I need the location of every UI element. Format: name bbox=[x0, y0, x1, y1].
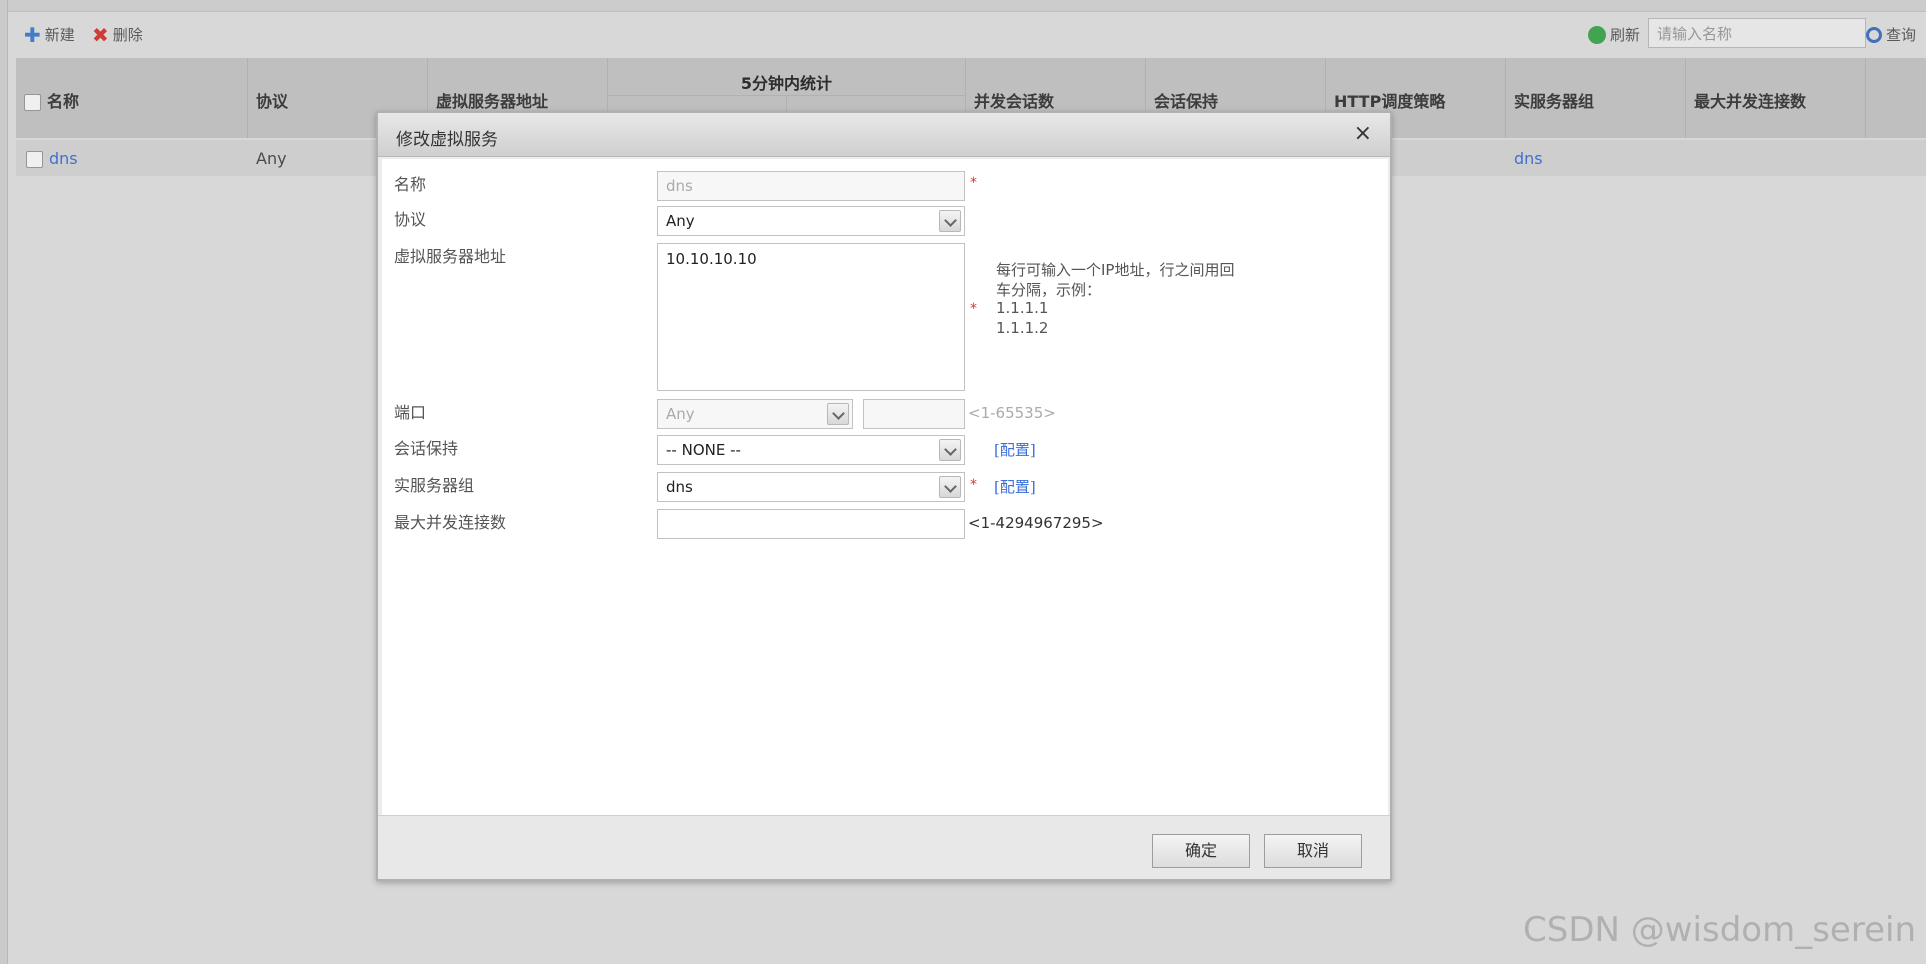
name-label: 名称 bbox=[394, 175, 427, 194]
max-conn-field[interactable] bbox=[657, 509, 965, 539]
name-required-mark: * bbox=[970, 175, 977, 191]
vs-address-hint-line2: 车分隔，示例： bbox=[996, 281, 1102, 299]
real-group-config-link[interactable]: [配置] bbox=[994, 476, 1036, 497]
chevron-down-icon bbox=[939, 476, 961, 498]
dialog-header: 修改虚拟服务 × bbox=[378, 113, 1390, 157]
port-label: 端口 bbox=[394, 403, 427, 422]
dialog-title: 修改虚拟服务 bbox=[396, 130, 498, 150]
vs-address-label: 虚拟服务器地址 bbox=[394, 247, 507, 266]
port-type-value: Any bbox=[666, 405, 695, 423]
protocol-select[interactable]: Any bbox=[657, 206, 965, 236]
max-conn-label: 最大并发连接数 bbox=[394, 513, 507, 532]
watermark: CSDN @wisdom_serein bbox=[1523, 910, 1916, 950]
port-range-hint: <1-65535> bbox=[968, 404, 1056, 422]
vs-address-required-mark: * bbox=[970, 301, 977, 317]
real-group-required-mark: * bbox=[970, 477, 977, 493]
port-type-select[interactable]: Any bbox=[657, 399, 853, 429]
vs-address-hint-line1: 每行可输入一个IP地址，行之间用回 bbox=[996, 261, 1235, 279]
max-conn-hint: <1-4294967295> bbox=[968, 514, 1104, 532]
name-field[interactable]: dns bbox=[657, 171, 965, 201]
persistence-select[interactable]: -- NONE -- bbox=[657, 435, 965, 465]
ok-button[interactable]: 确定 bbox=[1152, 834, 1250, 868]
vs-address-textarea[interactable]: 10.10.10.10 bbox=[657, 243, 965, 391]
dialog-footer: 确定 取消 bbox=[378, 815, 1390, 879]
persistence-label: 会话保持 bbox=[394, 439, 459, 458]
real-group-label: 实服务器组 bbox=[394, 476, 475, 495]
persistence-config-link[interactable]: [配置] bbox=[994, 439, 1036, 460]
dialog-body: 名称 dns * 协议 Any 虚拟服务器地址 10.10.10.10 * 每行… bbox=[382, 159, 1388, 815]
protocol-value: Any bbox=[666, 212, 695, 230]
vs-address-hint-example2: 1.1.1.2 bbox=[996, 319, 1049, 337]
chevron-down-icon bbox=[827, 403, 849, 425]
close-icon[interactable]: × bbox=[1354, 121, 1372, 146]
persistence-value: -- NONE -- bbox=[666, 441, 741, 459]
cancel-button[interactable]: 取消 bbox=[1264, 834, 1362, 868]
real-group-value: dns bbox=[666, 478, 693, 496]
vs-address-hint-example1: 1.1.1.1 bbox=[996, 299, 1049, 317]
edit-virtual-service-dialog: 修改虚拟服务 × 名称 dns * 协议 Any 虚拟服务器地址 10.10.1… bbox=[376, 111, 1392, 881]
chevron-down-icon bbox=[939, 439, 961, 461]
real-group-select[interactable]: dns bbox=[657, 472, 965, 502]
chevron-down-icon bbox=[939, 210, 961, 232]
protocol-label: 协议 bbox=[394, 210, 427, 229]
port-input[interactable] bbox=[863, 399, 965, 429]
